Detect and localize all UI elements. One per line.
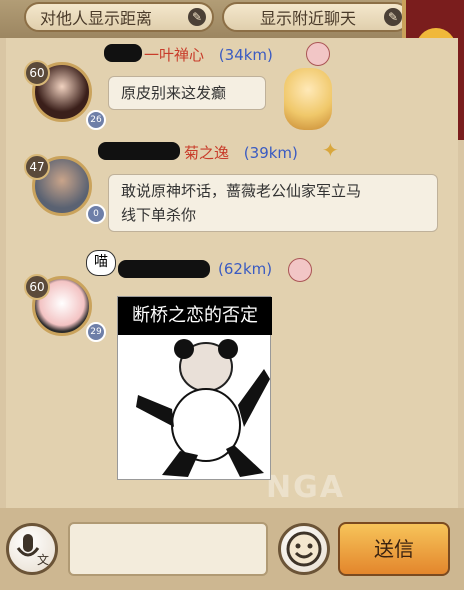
level-badge: 47 xyxy=(24,154,50,180)
message-header: 一叶禅心 (34km) xyxy=(144,44,273,65)
distance-label: (34km) xyxy=(218,46,273,64)
message-text-line2: 线下单杀你 xyxy=(121,206,197,224)
level-badge: 60 xyxy=(24,274,50,300)
sound-text: 喵 xyxy=(94,254,108,270)
show-distance-label: 对他人显示距离 xyxy=(40,9,153,28)
nearby-chat-label: 显示附近聊天 xyxy=(260,9,357,28)
voice-to-text-icon: 文 xyxy=(16,534,49,567)
message-input[interactable] xyxy=(68,522,268,576)
pencil-icon: ✎ xyxy=(188,8,206,26)
svg-text:文: 文 xyxy=(37,552,49,567)
redacted-name xyxy=(104,44,142,62)
emoji-button[interactable] xyxy=(278,523,330,575)
nearby-chat-toggle[interactable]: 显示附近聊天 ✎ xyxy=(222,2,410,32)
guild-icon xyxy=(288,258,312,282)
message-text: 原皮别来这发癫 xyxy=(121,84,227,102)
top-bar: 对他人显示距离 ✎ 显示附近聊天 ✎ xyxy=(0,0,464,38)
voice-to-text-button[interactable]: 文 xyxy=(6,523,58,575)
player-name[interactable]: 菊之逸 xyxy=(184,144,229,162)
redacted-name xyxy=(118,260,210,278)
feather-icon: ✦ xyxy=(322,138,339,162)
meme-sticker[interactable]: 断桥之恋的否定 xyxy=(117,296,272,480)
send-button[interactable]: 送信 xyxy=(338,522,450,576)
rank-badge: 29 xyxy=(86,322,106,342)
show-distance-toggle[interactable]: 对他人显示距离 ✎ xyxy=(24,2,214,32)
emoji-face-icon xyxy=(286,531,322,567)
bottom-input-bar: 文 送信 xyxy=(0,508,464,590)
level-badge: 60 xyxy=(24,60,50,86)
message-bubble: 敢说原神坏话，蔷薇老公仙家军立马 线下单杀你 xyxy=(108,174,438,232)
message-header: 菊之逸 (39km) xyxy=(184,142,298,163)
redacted-name xyxy=(98,142,180,160)
sticker-caption: 断桥之恋的否定 xyxy=(118,297,272,335)
pencil-icon: ✎ xyxy=(384,8,402,26)
message-header: (62km) xyxy=(218,260,272,278)
message-text-line1: 敢说原神坏话，蔷薇老公仙家军立马 xyxy=(121,182,362,200)
rank-badge: 0 xyxy=(86,204,106,224)
sound-bubble: 喵 xyxy=(86,250,116,276)
panda-figure-icon xyxy=(136,339,270,477)
rank-badge: 26 xyxy=(86,110,106,130)
character-sticker xyxy=(284,68,332,130)
distance-label: (39km) xyxy=(243,144,298,162)
player-name[interactable]: 一叶禅心 xyxy=(144,46,204,64)
guild-icon xyxy=(306,42,330,66)
distance-label: (62km) xyxy=(218,260,273,278)
message-bubble: 原皮别来这发癫 xyxy=(108,76,266,110)
